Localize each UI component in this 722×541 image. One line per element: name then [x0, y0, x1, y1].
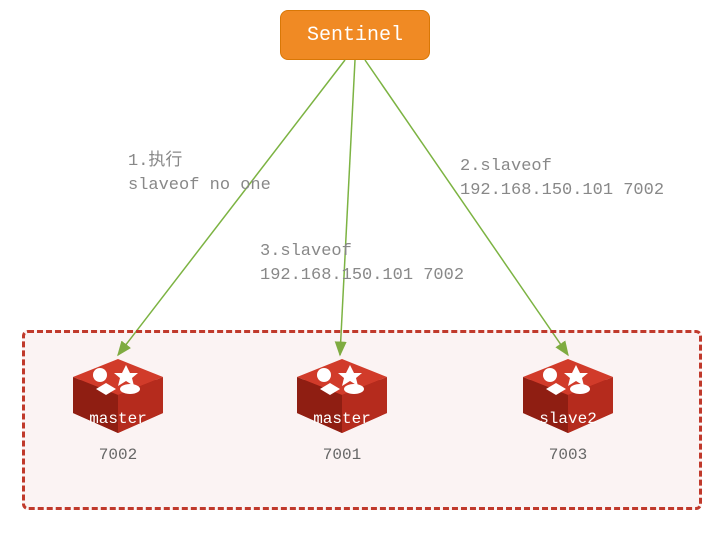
redis-node-2: master 7001 [282, 355, 402, 464]
node-role-label: master [68, 410, 168, 428]
node-port-label: 7002 [58, 446, 178, 464]
arrow-right [365, 60, 568, 355]
node-port-label: 7001 [282, 446, 402, 464]
edge-label-left: 1.执行 slaveof no one [128, 150, 271, 198]
node-port-label: 7003 [508, 446, 628, 464]
arrow-left [118, 60, 345, 355]
sentinel-label: Sentinel [307, 24, 403, 47]
redis-node-3: slave2 7003 [508, 355, 628, 464]
edge-label-middle: 3.slaveof 192.168.150.101 7002 [260, 240, 464, 288]
redis-node-1: master 7002 [58, 355, 178, 464]
redis-icon: master [68, 355, 168, 440]
redis-icon: master [292, 355, 392, 440]
sentinel-box: Sentinel [280, 10, 430, 60]
node-role-label: slave2 [518, 410, 618, 428]
node-role-label: master [292, 410, 392, 428]
arrow-middle [340, 60, 355, 355]
redis-icon: slave2 [518, 355, 618, 440]
edge-label-right: 2.slaveof 192.168.150.101 7002 [460, 155, 664, 203]
